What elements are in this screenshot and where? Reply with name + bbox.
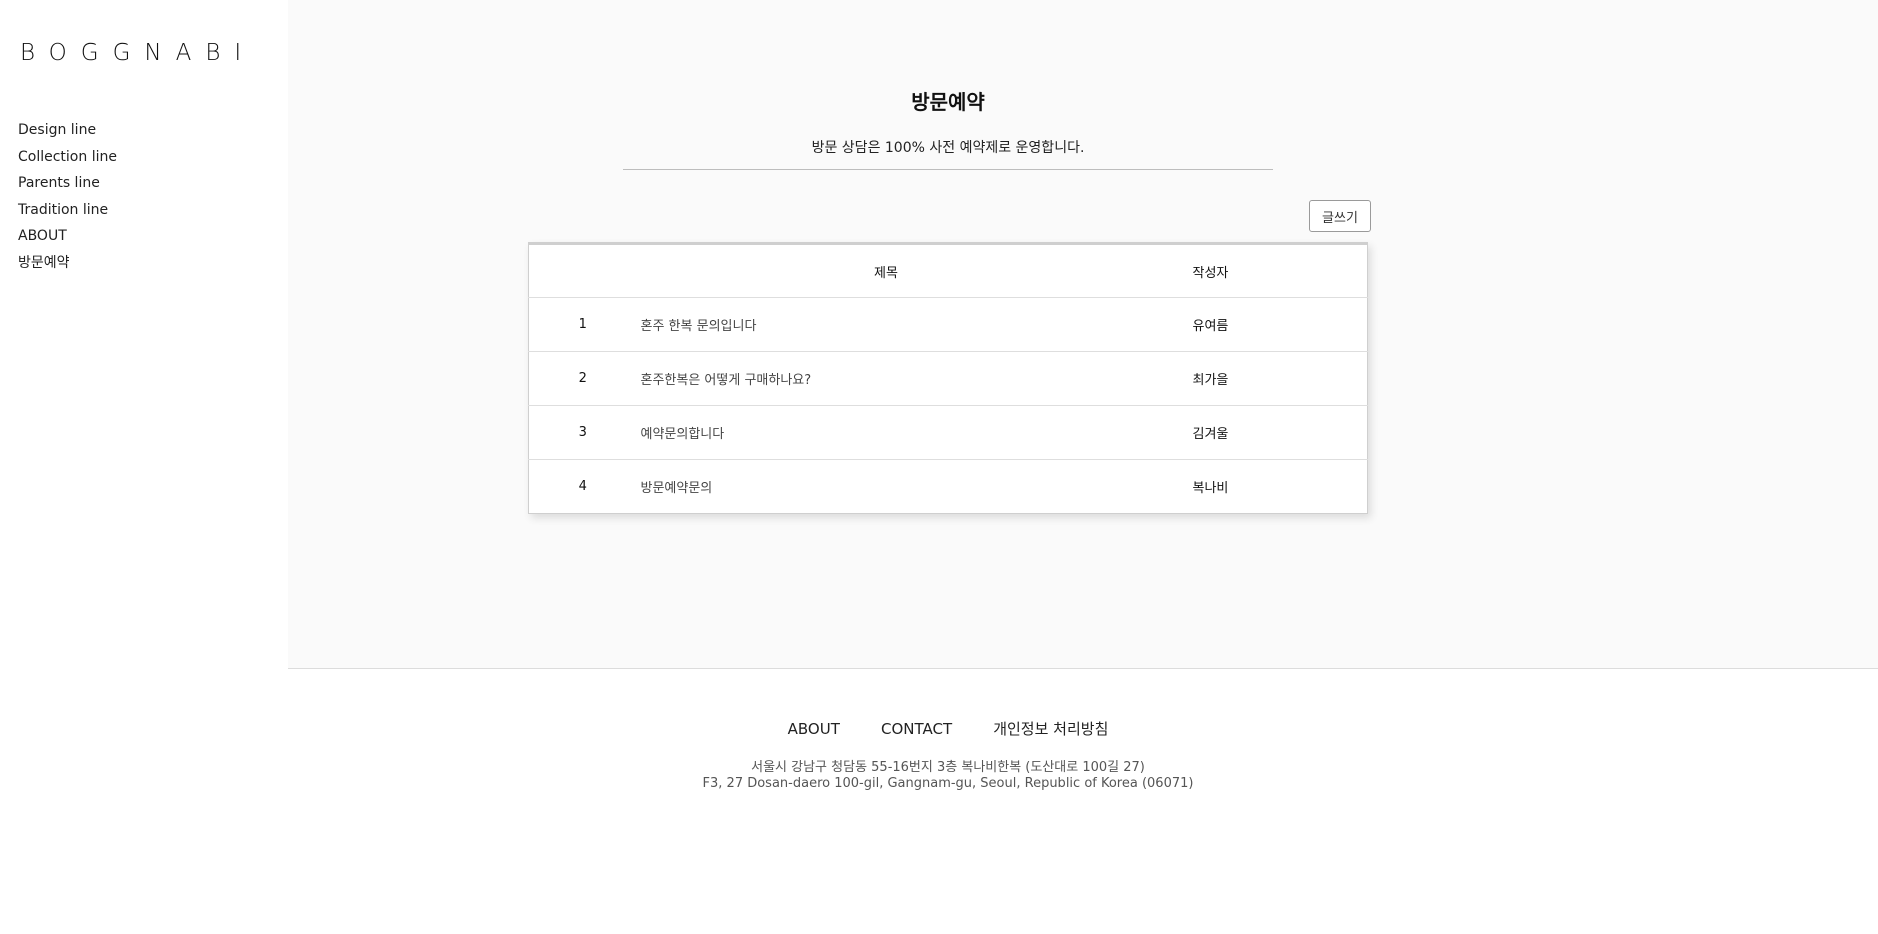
column-header-author: 작성자 xyxy=(1145,243,1368,298)
row-title-link[interactable]: 예약문의합니다 xyxy=(636,405,1146,460)
row-title-link[interactable]: 방문예약문의 xyxy=(637,460,1146,514)
footer: ABOUT CONTACT 개인정보 처리방침 서울시 강남구 청담동 55-1… xyxy=(288,670,1878,934)
sidebar: BOGGNABI Design line Collection line Par… xyxy=(0,0,288,669)
page-title: 방문예약 xyxy=(911,90,985,114)
brand-logo[interactable]: BOGGNABI xyxy=(20,40,255,66)
row-author: 유여름 xyxy=(1145,297,1368,352)
footer-nav: ABOUT CONTACT 개인정보 처리방침 xyxy=(288,718,1608,739)
row-title-link[interactable]: 혼주한복은 어떻게 구매하나요? xyxy=(636,351,1146,406)
footer-link-about[interactable]: ABOUT xyxy=(788,720,840,738)
row-author: 복나비 xyxy=(1192,481,1229,496)
row-number: 3 xyxy=(528,405,637,460)
table-row[interactable]: 2 혼주한복은 어떻게 구매하나요? 최가을 xyxy=(528,351,1368,406)
table-row[interactable]: 1 혼주 한복 문의입니다 유여름 xyxy=(528,297,1368,352)
footer-link-contact[interactable]: CONTACT xyxy=(881,720,952,738)
row-number: 1 xyxy=(528,297,637,352)
write-post-button[interactable]: 글쓰기 xyxy=(1309,200,1371,232)
row-number: 2 xyxy=(528,351,637,406)
row-author: 최가을 xyxy=(1145,351,1368,406)
sidebar-item-design-line[interactable]: Design line xyxy=(18,117,117,144)
sidebar-nav: Design line Collection line Parents line… xyxy=(18,117,117,276)
sidebar-item-about[interactable]: ABOUT xyxy=(18,223,117,250)
sidebar-item-visit-reservation[interactable]: 방문예약 xyxy=(18,250,117,277)
table-row[interactable]: 3 예약문의합니다 김겨울 xyxy=(528,405,1368,460)
title-divider xyxy=(623,169,1273,170)
table-row[interactable]: 4 방문예약문의 복나비 xyxy=(529,460,1368,514)
footer-address-korean: 서울시 강남구 청담동 55-16번지 3층 복나비한복 (도산대로 100길 … xyxy=(751,760,1145,775)
table-header-row: 제목 작성자 xyxy=(528,243,1368,298)
main-content: 방문예약 방문 상담은 100% 사전 예약제로 운영합니다. 글쓰기 제목 작… xyxy=(288,0,1878,669)
column-header-title: 제목 xyxy=(636,243,1146,298)
row-number: 4 xyxy=(578,479,587,494)
column-header-number xyxy=(528,243,637,298)
sidebar-item-parents-line[interactable]: Parents line xyxy=(18,170,117,197)
footer-address-english: F3, 27 Dosan-daero 100-gil, Gangnam-gu, … xyxy=(702,776,1194,791)
sidebar-item-collection-line[interactable]: Collection line xyxy=(18,144,117,171)
page-subtitle: 방문 상담은 100% 사전 예약제로 운영합니다. xyxy=(811,140,1085,156)
page: BOGGNABI Design line Collection line Par… xyxy=(0,0,1878,934)
row-title-link[interactable]: 혼주 한복 문의입니다 xyxy=(636,297,1146,352)
sidebar-item-tradition-line[interactable]: Tradition line xyxy=(18,197,117,224)
footer-link-privacy-policy[interactable]: 개인정보 처리방침 xyxy=(993,718,1108,739)
reservation-board-table: 제목 작성자 1 혼주 한복 문의입니다 유여름 2 혼주한복은 어떻게 구매하… xyxy=(528,242,1368,514)
row-author: 김겨울 xyxy=(1145,405,1368,460)
